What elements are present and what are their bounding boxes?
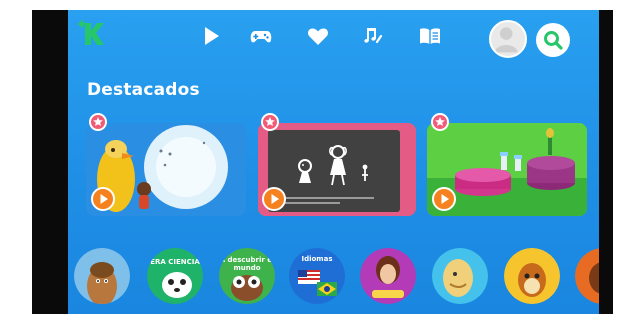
book-icon[interactable]	[418, 24, 442, 48]
music-icon[interactable]	[359, 24, 383, 48]
play-circle-icon	[100, 194, 108, 204]
app-screen: Destacados ERA CIENCIA A descubrir el mu…	[68, 10, 599, 314]
section-title: Destacados	[87, 80, 200, 100]
character-label: ERA CIENCIA	[150, 258, 200, 266]
character-thumbnail	[360, 248, 416, 304]
favorite-badge	[261, 113, 279, 131]
kids-logo-icon[interactable]	[76, 18, 108, 50]
left-letterbox	[32, 10, 68, 314]
avatar-icon[interactable]	[489, 20, 527, 58]
right-letterbox	[599, 10, 613, 314]
search-button[interactable]	[536, 23, 570, 57]
favorite-badge	[431, 113, 449, 131]
character-circle[interactable]	[74, 248, 130, 304]
star-badge-icon	[265, 117, 275, 126]
play-button[interactable]	[91, 187, 115, 211]
character-label: A descubrir el mundo	[219, 256, 275, 272]
device-frame: Destacados ERA CIENCIA A descubrir el mu…	[0, 0, 638, 323]
character-thumbnail	[432, 248, 488, 304]
character-label: Idiomas	[301, 255, 333, 263]
character-thumbnail	[74, 248, 130, 304]
favorite-badge	[89, 113, 107, 131]
character-circle[interactable]: Idiomas	[289, 248, 345, 304]
play-button[interactable]	[432, 187, 456, 211]
character-circle[interactable]	[432, 248, 488, 304]
star-badge-icon	[435, 117, 445, 126]
star-badge-icon	[93, 117, 103, 126]
character-thumbnail	[504, 248, 560, 304]
play-icon[interactable]	[199, 24, 223, 48]
character-thumbnail	[575, 248, 599, 304]
character-circle[interactable]	[360, 248, 416, 304]
character-thumbnail	[147, 248, 203, 304]
heart-icon[interactable]	[306, 24, 330, 48]
play-button[interactable]	[262, 187, 286, 211]
character-circle[interactable]	[575, 248, 599, 304]
character-circle[interactable]: A descubrir el mundo	[219, 248, 275, 304]
play-circle-icon	[441, 194, 449, 204]
character-circle[interactable]: ERA CIENCIA	[147, 248, 203, 304]
gamepad-icon[interactable]	[249, 24, 273, 48]
play-circle-icon	[271, 194, 279, 204]
character-circle[interactable]	[504, 248, 560, 304]
search-icon	[544, 31, 563, 50]
